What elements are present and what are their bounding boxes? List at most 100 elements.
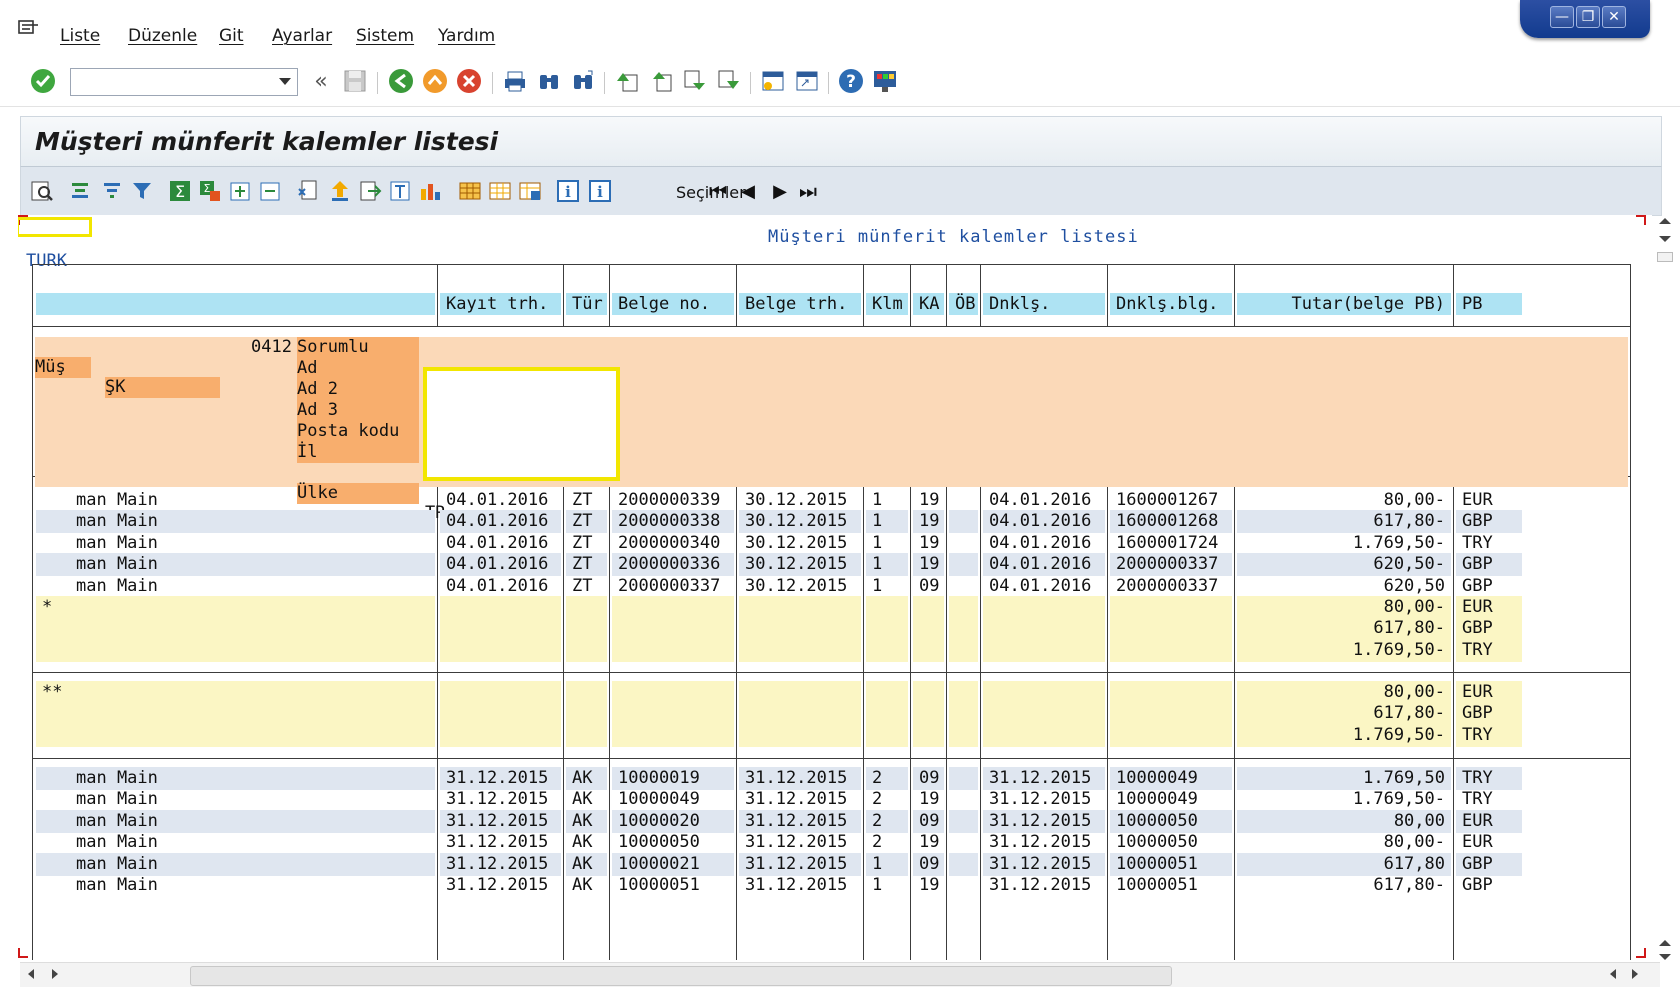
restore-icon[interactable]: ❐ [1576,6,1600,28]
expand-icon[interactable] [227,178,253,204]
subtotal-row[interactable]: 1.769,50- TRY [35,723,1628,747]
item-header[interactable]: Klm [866,293,908,315]
exit-icon[interactable] [422,68,448,94]
command-field[interactable] [70,68,298,96]
find-next-icon[interactable] [570,68,596,94]
menu-liste[interactable]: Liste [60,26,100,46]
shortcut-icon[interactable] [794,68,820,94]
layout-icon[interactable] [872,68,898,94]
previous-record-icon[interactable]: ◀ [735,178,761,204]
sort-ascending-icon[interactable] [67,178,93,204]
special-gl-header[interactable]: ÖB [949,293,978,315]
doc-type-header[interactable]: Tür [566,293,607,315]
menu-sistem[interactable]: Sistem [356,26,414,46]
create-session-icon[interactable] [760,68,786,94]
table-row[interactable]: man Main 04.01.2016 ZT 2000000340 30.12.2015… [35,532,1628,555]
last-page-icon[interactable] [716,68,742,94]
posting-date-header[interactable]: Kayıt trh. [440,293,561,315]
save-icon[interactable] [342,68,368,94]
scroll-down-icon[interactable] [1659,236,1671,242]
next-page-icon[interactable] [682,68,708,94]
details-icon[interactable] [29,178,55,204]
clearing-doc-header[interactable]: Dnklş.blg. [1110,293,1232,315]
subtotal-row[interactable]: 617,80- GBP [35,617,1628,641]
export-icon[interactable] [295,178,321,204]
horizontal-scrollbar[interactable] [20,962,1660,987]
cell-type [566,723,607,747]
send-icon[interactable] [357,178,383,204]
print-icon[interactable] [502,68,528,94]
table-row[interactable]: man Main 04.01.2016 ZT 2000000337 30.12.2015… [35,575,1628,598]
menu-ayarlar[interactable]: Ayarlar [272,26,332,46]
previous-page-icon[interactable] [648,68,674,94]
scroll-up-icon[interactable] [1659,218,1671,224]
name-column-header[interactable] [36,293,435,315]
menu-yardim[interactable]: Yardım [438,26,495,46]
last-record-icon[interactable]: ⏭ [795,178,821,204]
table-row[interactable]: man Main 31.12.2015 AK 10000020 31.12.2015 2 0… [35,809,1628,833]
filter-icon[interactable] [129,178,155,204]
selections-icon[interactable]: i [587,178,613,204]
subtotal-row[interactable]: 1.769,50- TRY [35,638,1628,662]
graphic-icon[interactable] [417,178,443,204]
subtotal-icon[interactable]: Σ [197,178,223,204]
scroll-left-end-icon[interactable] [1610,969,1616,979]
collapse-rows-icon[interactable] [257,178,283,204]
vertical-scroll-thumb[interactable] [1657,252,1673,262]
amount-header[interactable]: Tutar(belge PB) [1237,293,1451,315]
doc-date-header[interactable]: Belge trh. [739,293,861,315]
cell-ka: 19 [913,510,944,534]
first-record-icon[interactable]: ⏮ [705,178,731,204]
change-layout-icon[interactable] [457,178,483,204]
minimize-icon[interactable]: — [1550,6,1574,28]
scroll-right-icon[interactable] [52,969,58,979]
currency-header[interactable]: PB [1456,293,1522,315]
menu-git[interactable]: Git [219,26,244,46]
subtotal-row[interactable]: ** 80,00- EUR [35,681,1628,704]
first-page-icon[interactable] [614,68,640,94]
table-row[interactable]: man Main 31.12.2015 AK 10000050 31.12.2015 2 1… [35,831,1628,854]
cell-doc [612,638,734,662]
cancel-icon[interactable] [456,68,482,94]
table-row[interactable]: man Main 04.01.2016 ZT 2000000336 30.12.2015… [35,553,1628,577]
scroll-right-end-icon[interactable] [1632,969,1638,979]
scroll-down-bottom-icon[interactable] [1659,954,1671,960]
grid-line [32,264,1630,265]
cell-clr: 31.12.2015 [983,767,1105,790]
collapse-icon[interactable]: « [308,68,334,94]
scroll-left-icon[interactable] [28,969,34,979]
subtotal-row[interactable]: 617,80- GBP [35,702,1628,726]
clearing-date-header[interactable]: Dnklş. [983,293,1105,315]
app-menu-icon[interactable] [18,20,40,36]
subtotal-row[interactable]: * 80,00- EUR [35,596,1628,619]
help-icon[interactable]: ? [838,68,864,94]
menu-duzenle[interactable]: Düzenle [128,26,197,46]
cell-ob [949,617,978,641]
sort-descending-icon[interactable] [99,178,125,204]
back-icon[interactable] [388,68,414,94]
horizontal-scroll-thumb[interactable] [190,966,1172,986]
close-icon[interactable]: ✕ [1602,6,1626,28]
doc-number-header[interactable]: Belge no. [612,293,734,315]
scroll-up-bottom-icon[interactable] [1659,940,1671,946]
table-row[interactable]: man Main 04.01.2016 ZT 2000000338 30.12.2015… [35,510,1628,534]
chevron-down-icon[interactable] [279,78,291,85]
cell-docdate [739,596,861,619]
table-row[interactable]: man Main 31.12.2015 AK 10000019 31.12.2015 2 0… [35,767,1628,790]
posting-key-header[interactable]: KA [913,293,944,315]
abc-analysis-icon[interactable] [387,178,413,204]
enter-check-icon[interactable] [30,68,56,94]
total-icon[interactable]: Σ [167,178,193,204]
table-row[interactable]: man Main 31.12.2015 AK 10000051 31.12.2015 1 1… [35,874,1628,897]
table-row[interactable]: man Main 31.12.2015 AK 10000021 31.12.2015 1 0… [35,852,1628,876]
find-icon[interactable] [536,68,562,94]
cell-clrdoc: 10000051 [1116,875,1198,895]
select-layout-icon[interactable] [487,178,513,204]
next-record-icon[interactable]: ▶ [767,178,793,204]
table-row[interactable]: man Main 04.01.2016 ZT 2000000339 30.12.2015… [35,489,1628,512]
upload-icon[interactable] [327,178,353,204]
save-layout-icon[interactable] [517,178,543,204]
table-row[interactable]: man Main 31.12.2015 AK 10000049 31.12.2015 2 1… [35,788,1628,811]
info-icon[interactable]: i [555,178,581,204]
vertical-scrollbar[interactable] [1655,218,1673,960]
